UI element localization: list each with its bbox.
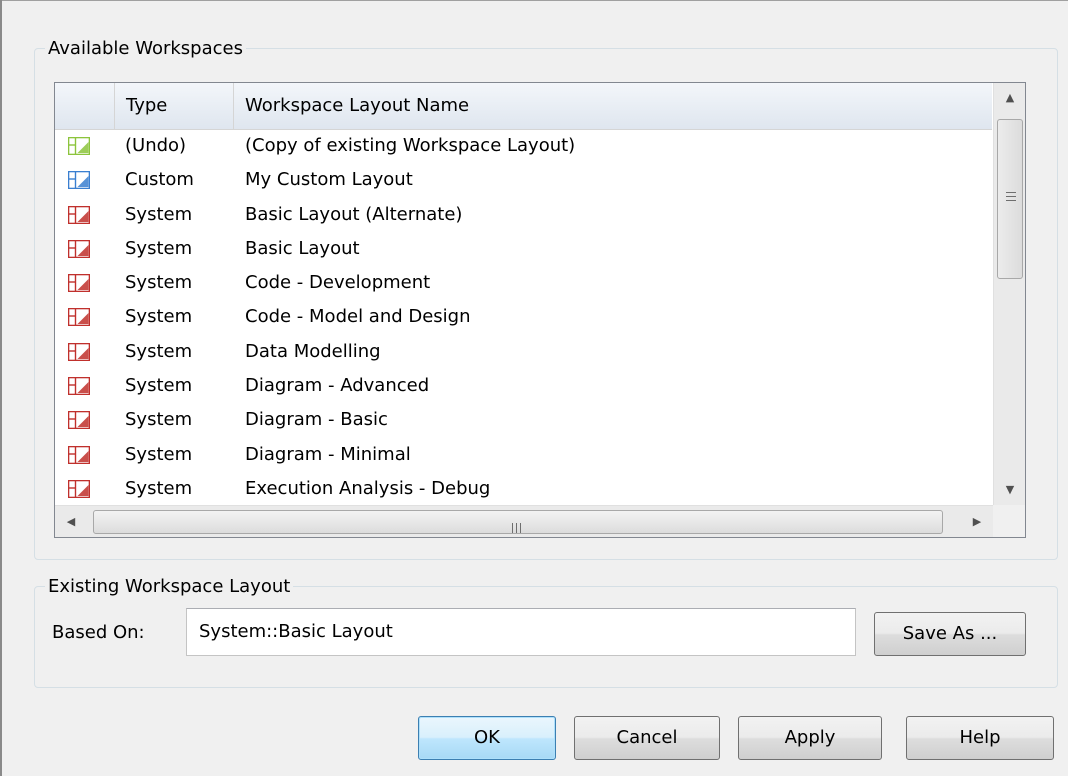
workspace-red-icon	[68, 479, 90, 498]
column-header-name[interactable]: Workspace Layout Name	[234, 83, 992, 129]
dialog-left-edge	[0, 0, 2, 776]
row-type: System	[125, 203, 193, 225]
row-type: System	[125, 340, 193, 362]
table-row[interactable]: System Execution Analysis - Debug	[55, 472, 992, 506]
table-row[interactable]: System Basic Layout	[55, 232, 992, 266]
existing-workspace-legend: Existing Workspace Layout	[48, 576, 291, 597]
row-layout-name: Code - Development	[245, 272, 431, 294]
scroll-down-icon[interactable]: ▼	[994, 475, 1025, 505]
dialog-top-edge	[0, 0, 1068, 1]
scroll-left-icon[interactable]: ◀	[55, 506, 87, 537]
workspace-red-icon	[68, 445, 90, 464]
table-row[interactable]: Custom My Custom Layout	[55, 163, 992, 197]
row-layout-name: Diagram - Minimal	[245, 443, 411, 465]
table-row[interactable]: System Code - Model and Design	[55, 300, 992, 334]
apply-button[interactable]: Apply	[738, 716, 882, 760]
help-button[interactable]: Help	[906, 716, 1054, 760]
scroll-up-icon[interactable]: ▲	[994, 83, 1025, 113]
table-row[interactable]: System Diagram - Basic	[55, 403, 992, 437]
row-type: (Undo)	[125, 135, 187, 156]
workspace-blue-icon	[68, 171, 90, 190]
vertical-scroll-thumb[interactable]	[997, 119, 1023, 279]
available-workspaces-legend: Available Workspaces	[48, 38, 243, 59]
workspace-red-icon	[68, 205, 90, 224]
row-type: System	[125, 477, 193, 499]
table-row[interactable]: System Code - Development	[55, 266, 992, 300]
row-layout-name: Execution Analysis - Debug	[245, 477, 491, 499]
grip-icon	[512, 517, 524, 533]
column-header-icon[interactable]	[55, 83, 115, 129]
row-type: System	[125, 306, 193, 328]
row-type: System	[125, 375, 193, 397]
workspace-red-icon	[68, 308, 90, 327]
workspace-red-icon	[68, 239, 90, 258]
row-layout-name: My Custom Layout	[245, 169, 413, 191]
row-layout-name: Diagram - Advanced	[245, 375, 430, 397]
table-row[interactable]: System Data Modelling	[55, 335, 992, 369]
scrollbar-corner	[993, 505, 1025, 537]
save-as-button[interactable]: Save As ...	[874, 612, 1026, 656]
table-row[interactable]: (Undo) (Copy of existing Workspace Layout…	[55, 129, 992, 163]
table-row[interactable]: System Diagram - Advanced	[55, 369, 992, 403]
ok-button[interactable]: OK	[418, 716, 556, 760]
table-row[interactable]: System Diagram - Minimal	[55, 438, 992, 472]
row-layout-name: Diagram - Basic	[245, 409, 388, 431]
based-on-label: Based On:	[52, 622, 145, 643]
row-layout-name: Basic Layout (Alternate)	[245, 203, 463, 225]
row-type: System	[125, 237, 193, 259]
grip-icon	[1006, 192, 1016, 202]
row-layout-name: (Copy of existing Workspace Layout)	[245, 135, 576, 156]
workspace-red-icon	[68, 411, 90, 430]
based-on-field[interactable]: System::Basic Layout	[186, 608, 856, 656]
row-layout-name: Data Modelling	[245, 340, 381, 362]
row-layout-name: Basic Layout	[245, 237, 360, 259]
workspace-red-icon	[68, 377, 90, 396]
horizontal-scrollbar[interactable]: ◀ ▶	[55, 505, 993, 537]
table-row[interactable]: System Basic Layout (Alternate)	[55, 198, 992, 232]
row-type: Custom	[125, 169, 194, 191]
row-type: System	[125, 272, 193, 294]
scroll-right-icon[interactable]: ▶	[961, 506, 993, 537]
list-header: Type Workspace Layout Name	[55, 83, 992, 130]
workspace-red-icon	[68, 274, 90, 293]
list-rows: (Undo) (Copy of existing Workspace Layout…	[55, 129, 992, 506]
cancel-button[interactable]: Cancel	[574, 716, 720, 760]
workspace-list[interactable]: Type Workspace Layout Name (Undo) (Copy o…	[54, 82, 1026, 538]
row-layout-name: Code - Model and Design	[245, 306, 471, 328]
horizontal-scroll-thumb[interactable]	[93, 510, 943, 534]
column-header-type[interactable]: Type	[115, 83, 234, 129]
workspace-red-icon	[68, 342, 90, 361]
vertical-scrollbar[interactable]: ▲ ▼	[993, 83, 1025, 505]
row-type: System	[125, 443, 193, 465]
workspace-green-icon	[68, 137, 90, 155]
row-type: System	[125, 409, 193, 431]
